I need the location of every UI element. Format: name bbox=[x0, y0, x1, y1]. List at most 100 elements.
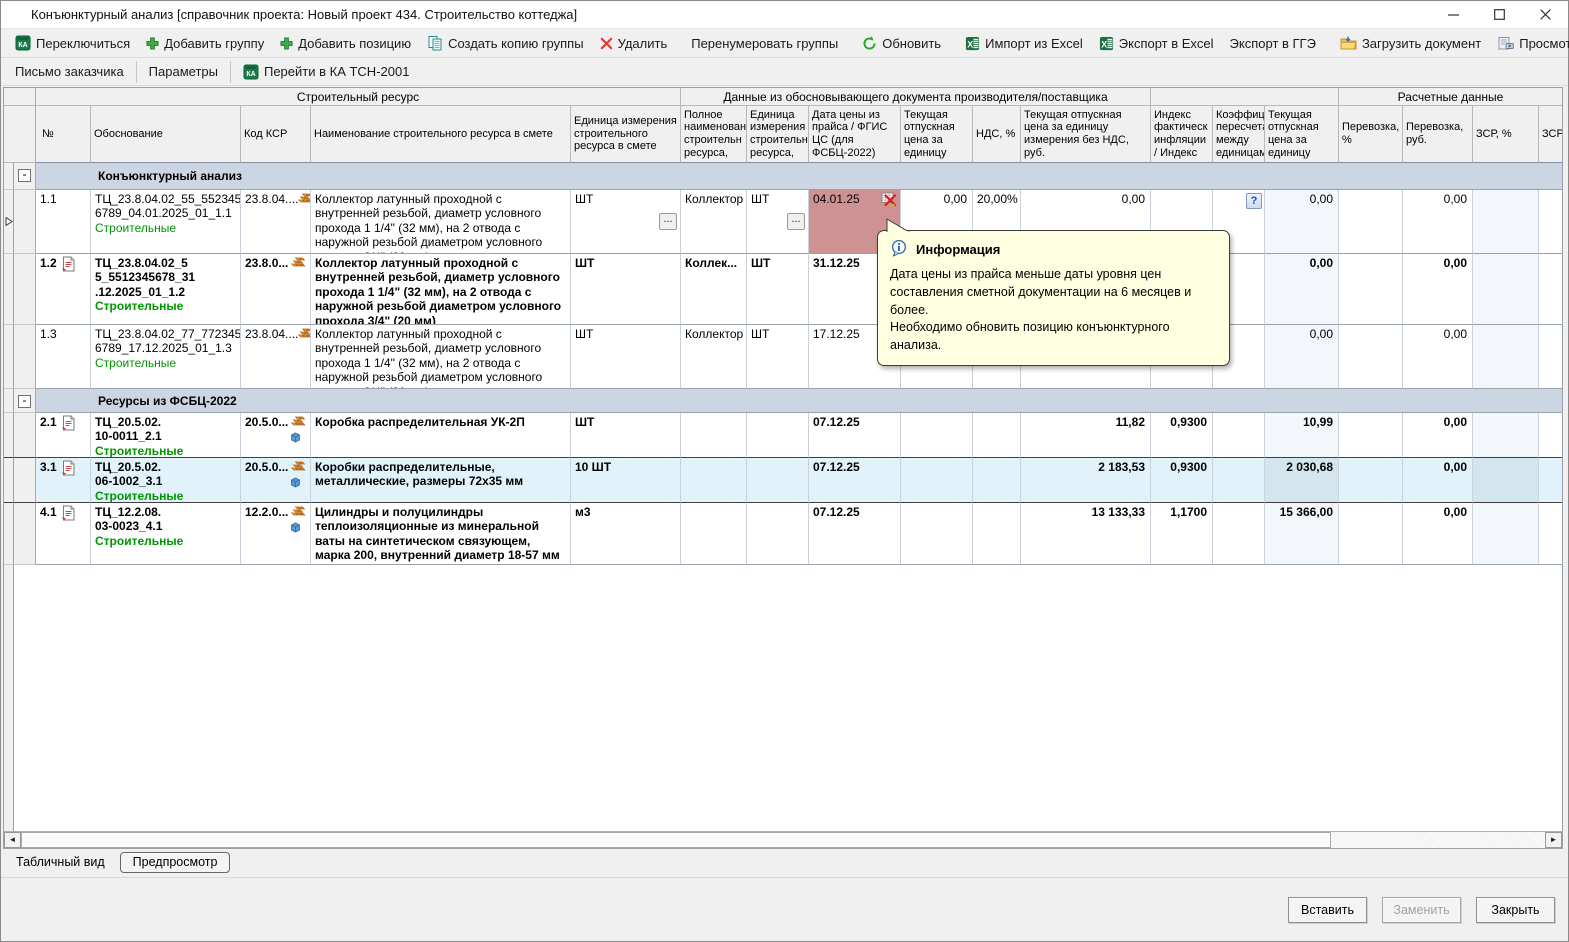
cell-transport-rub[interactable]: 0,00 bbox=[1403, 325, 1473, 389]
cell-num[interactable]: 1.2 bbox=[36, 254, 91, 325]
cell-inflation-index[interactable]: 0,9300 bbox=[1151, 413, 1213, 458]
cell-ksr-code[interactable]: 23.8.0... bbox=[241, 254, 311, 325]
toolbar-button-refresh[interactable]: Обновить bbox=[854, 32, 949, 55]
cell-price-no-vat[interactable]: 11,82 bbox=[1021, 413, 1151, 458]
cell-transport-rub[interactable]: 0,00 bbox=[1403, 413, 1473, 458]
cell-vat[interactable] bbox=[973, 503, 1021, 565]
cell-ksr-code[interactable]: 23.8.04.... bbox=[241, 325, 311, 389]
cell-current-unit-price[interactable]: 0,00 bbox=[1265, 325, 1339, 389]
cell-justification[interactable]: ТЦ_23.8.04.02_5 5_5512345678_31 .12.2025… bbox=[91, 254, 241, 325]
toolbar-button-import-excel[interactable]: XИмпорт из Excel bbox=[957, 32, 1091, 55]
cell-name[interactable]: Коллектор латунный проходной с внутренне… bbox=[311, 190, 571, 254]
unit-picker-button[interactable]: ... bbox=[659, 213, 677, 230]
cell-transport-rub[interactable]: 0,00 bbox=[1403, 503, 1473, 565]
cell-transport-pct[interactable] bbox=[1339, 458, 1403, 503]
collapse-group-button[interactable]: - bbox=[18, 395, 31, 408]
cell-vat[interactable] bbox=[973, 458, 1021, 503]
cell-current-unit-price[interactable]: 0,00 bbox=[1265, 190, 1339, 254]
cell-unit-estimate[interactable]: ШТ... bbox=[571, 190, 681, 254]
cell-justification[interactable]: ТЦ_12.2.08. 03-0023_4.1Строительные bbox=[91, 503, 241, 565]
cell-justification[interactable]: ТЦ_20.5.02. 06-1002_3.1Строительные bbox=[91, 458, 241, 503]
cell-unit[interactable]: ШТ... bbox=[747, 190, 809, 254]
table-row[interactable]: 3.1ТЦ_20.5.02. 06-1002_3.1Строительные20… bbox=[4, 458, 1562, 503]
cell-inflation-index[interactable]: 1,1700 bbox=[1151, 503, 1213, 565]
unit-picker-button[interactable]: ... bbox=[787, 213, 805, 230]
cell-zsr[interactable] bbox=[1539, 325, 1563, 389]
cell-current-unit-price[interactable]: 0,00 bbox=[1265, 254, 1339, 325]
table-row[interactable]: 4.1ТЦ_12.2.08. 03-0023_4.1Строительные12… bbox=[4, 503, 1562, 565]
tab-preview[interactable]: Предпросмотр bbox=[120, 852, 231, 873]
cell-vat[interactable] bbox=[973, 413, 1021, 458]
cell-zsr-pct[interactable] bbox=[1473, 325, 1539, 389]
cell-ksr-code[interactable]: 20.5.0... bbox=[241, 458, 311, 503]
scroll-left-button[interactable]: ◄ bbox=[4, 832, 21, 848]
cell-num[interactable]: 3.1 bbox=[36, 458, 91, 503]
toolbar-button-customer-letter[interactable]: Письмо заказчика bbox=[7, 60, 132, 83]
cell-justification[interactable]: ТЦ_23.8.04.02_77_772345 6789_17.12.2025_… bbox=[91, 325, 241, 389]
toolbar-button-delete[interactable]: Удалить bbox=[592, 32, 676, 55]
cell-price-no-vat[interactable]: 13 133,33 bbox=[1021, 503, 1151, 565]
cell-price-no-vat[interactable]: 2 183,53 bbox=[1021, 458, 1151, 503]
close-button[interactable] bbox=[1522, 1, 1568, 28]
cell-transport-pct[interactable] bbox=[1339, 190, 1403, 254]
group-row[interactable]: -Конъюнктурный анализ bbox=[4, 163, 1562, 190]
cell-num[interactable]: 4.1 bbox=[36, 503, 91, 565]
cell-unit[interactable] bbox=[747, 503, 809, 565]
cell-transport-pct[interactable] bbox=[1339, 254, 1403, 325]
cell-zsr[interactable] bbox=[1539, 458, 1563, 503]
cell-current-unit-price[interactable]: 15 366,00 bbox=[1265, 503, 1339, 565]
cell-num[interactable]: 1.3 bbox=[36, 325, 91, 389]
cell-transport-pct[interactable] bbox=[1339, 325, 1403, 389]
cell-current-unit-price[interactable]: 2 030,68 bbox=[1265, 458, 1339, 503]
cell-transport-rub[interactable]: 0,00 bbox=[1403, 190, 1473, 254]
close-dialog-button[interactable]: Закрыть bbox=[1476, 897, 1555, 923]
cell-full-name[interactable] bbox=[681, 413, 747, 458]
toolbar-button-load-document[interactable]: Загрузить документ bbox=[1332, 32, 1489, 55]
cell-zsr-pct[interactable] bbox=[1473, 458, 1539, 503]
toolbar-button-add-position[interactable]: Добавить позицию bbox=[272, 32, 419, 55]
maximize-button[interactable] bbox=[1476, 1, 1522, 28]
cell-full-name[interactable]: Коллектор bbox=[681, 325, 747, 389]
table-row[interactable]: 1.2ТЦ_23.8.04.02_5 5_5512345678_31 .12.2… bbox=[4, 254, 1562, 325]
toolbar-button-goto-ka-tsn-2001[interactable]: КАПерейти в КА ТСН-2001 bbox=[235, 60, 417, 84]
cell-name[interactable]: Цилиндры и полуцилиндры теплоизоляционны… bbox=[311, 503, 571, 565]
cell-zsr-pct[interactable] bbox=[1473, 413, 1539, 458]
cell-zsr[interactable] bbox=[1539, 503, 1563, 565]
cell-full-name[interactable] bbox=[681, 503, 747, 565]
minimize-button[interactable] bbox=[1430, 1, 1476, 28]
toolbar-button-copy-group[interactable]: Создать копию группы bbox=[419, 31, 592, 55]
toolbar-button-renumber-groups[interactable]: Перенумеровать группы bbox=[683, 32, 846, 55]
cell-name[interactable]: Коробка распределительная УК-2П bbox=[311, 413, 571, 458]
cell-unit-estimate[interactable]: ШТ bbox=[571, 325, 681, 389]
cell-zsr-pct[interactable] bbox=[1473, 254, 1539, 325]
cell-ksr-code[interactable]: 12.2.0... bbox=[241, 503, 311, 565]
cell-transport-rub[interactable]: 0,00 bbox=[1403, 254, 1473, 325]
cell-unit[interactable]: ШТ bbox=[747, 254, 809, 325]
cell-price-date[interactable]: 07.12.25 bbox=[809, 413, 901, 458]
cell-current-price[interactable] bbox=[901, 413, 973, 458]
cell-name[interactable]: Коллектор латунный проходной с внутренне… bbox=[311, 254, 571, 325]
cell-price-date[interactable]: 07.12.25 bbox=[809, 503, 901, 565]
cell-transport-rub[interactable]: 0,00 bbox=[1403, 458, 1473, 503]
cell-current-price[interactable] bbox=[901, 503, 973, 565]
cell-zsr[interactable] bbox=[1539, 254, 1563, 325]
toolbar-button-add-group[interactable]: Добавить группу bbox=[138, 32, 272, 55]
table-row[interactable]: 1.3ТЦ_23.8.04.02_77_772345 6789_17.12.20… bbox=[4, 325, 1562, 389]
cell-ksr-code[interactable]: 23.8.04.... bbox=[241, 190, 311, 254]
cell-justification[interactable]: ТЦ_23.8.04.02_55_552345 6789_04.01.2025_… bbox=[91, 190, 241, 254]
cell-current-unit-price[interactable]: 10,99 bbox=[1265, 413, 1339, 458]
tab-table-view[interactable]: Табличный вид bbox=[4, 852, 117, 873]
cell-conversion-coeff[interactable] bbox=[1213, 458, 1265, 503]
cell-unit[interactable] bbox=[747, 413, 809, 458]
cell-full-name[interactable] bbox=[681, 458, 747, 503]
cell-unit[interactable] bbox=[747, 458, 809, 503]
toolbar-button-switch[interactable]: КАПереключиться bbox=[7, 31, 138, 55]
cell-ksr-code[interactable]: 20.5.0... bbox=[241, 413, 311, 458]
cell-inflation-index[interactable]: 0,9300 bbox=[1151, 458, 1213, 503]
insert-button[interactable]: Вставить bbox=[1288, 897, 1367, 923]
toolbar-button-parameters[interactable]: Параметры bbox=[141, 60, 226, 83]
cell-zsr-pct[interactable] bbox=[1473, 190, 1539, 254]
cell-name[interactable]: Коллектор латунный проходной с внутренне… bbox=[311, 325, 571, 389]
cell-transport-pct[interactable] bbox=[1339, 413, 1403, 458]
cell-zsr[interactable] bbox=[1539, 413, 1563, 458]
